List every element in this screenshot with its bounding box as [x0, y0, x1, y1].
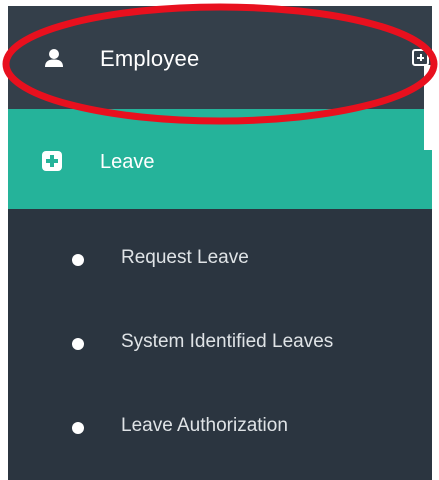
bullet-icon [72, 338, 84, 350]
submenu-item-label: Leave Authorization [121, 415, 288, 436]
submenu-item-system-identified-leaves[interactable]: System Identified Leaves [8, 308, 432, 378]
sidebar-item-employee[interactable]: Employee [8, 6, 432, 109]
submenu-item-label: System Identified Leaves [121, 331, 334, 352]
submenu-item-leave-authorization[interactable]: Leave Authorization [8, 392, 432, 462]
plus-square-icon [42, 151, 62, 171]
screenshot-frame: Employee Leave Request Leave System Iden… [0, 0, 439, 480]
content-edge [424, 65, 439, 150]
sidebar-nav: Employee Leave Request Leave System Iden… [8, 6, 432, 480]
submenu-item-label: Request Leave [121, 247, 249, 268]
sidebar-item-leave[interactable]: Leave [8, 109, 432, 209]
bullet-icon [72, 422, 84, 434]
bullet-icon [72, 254, 84, 266]
submenu-item-request-leave[interactable]: Request Leave [8, 224, 432, 294]
sidebar-item-employee-label: Employee [100, 46, 200, 71]
sidebar-item-leave-label: Leave [100, 151, 155, 173]
user-icon [45, 49, 63, 67]
plus-square-icon[interactable] [412, 49, 429, 66]
